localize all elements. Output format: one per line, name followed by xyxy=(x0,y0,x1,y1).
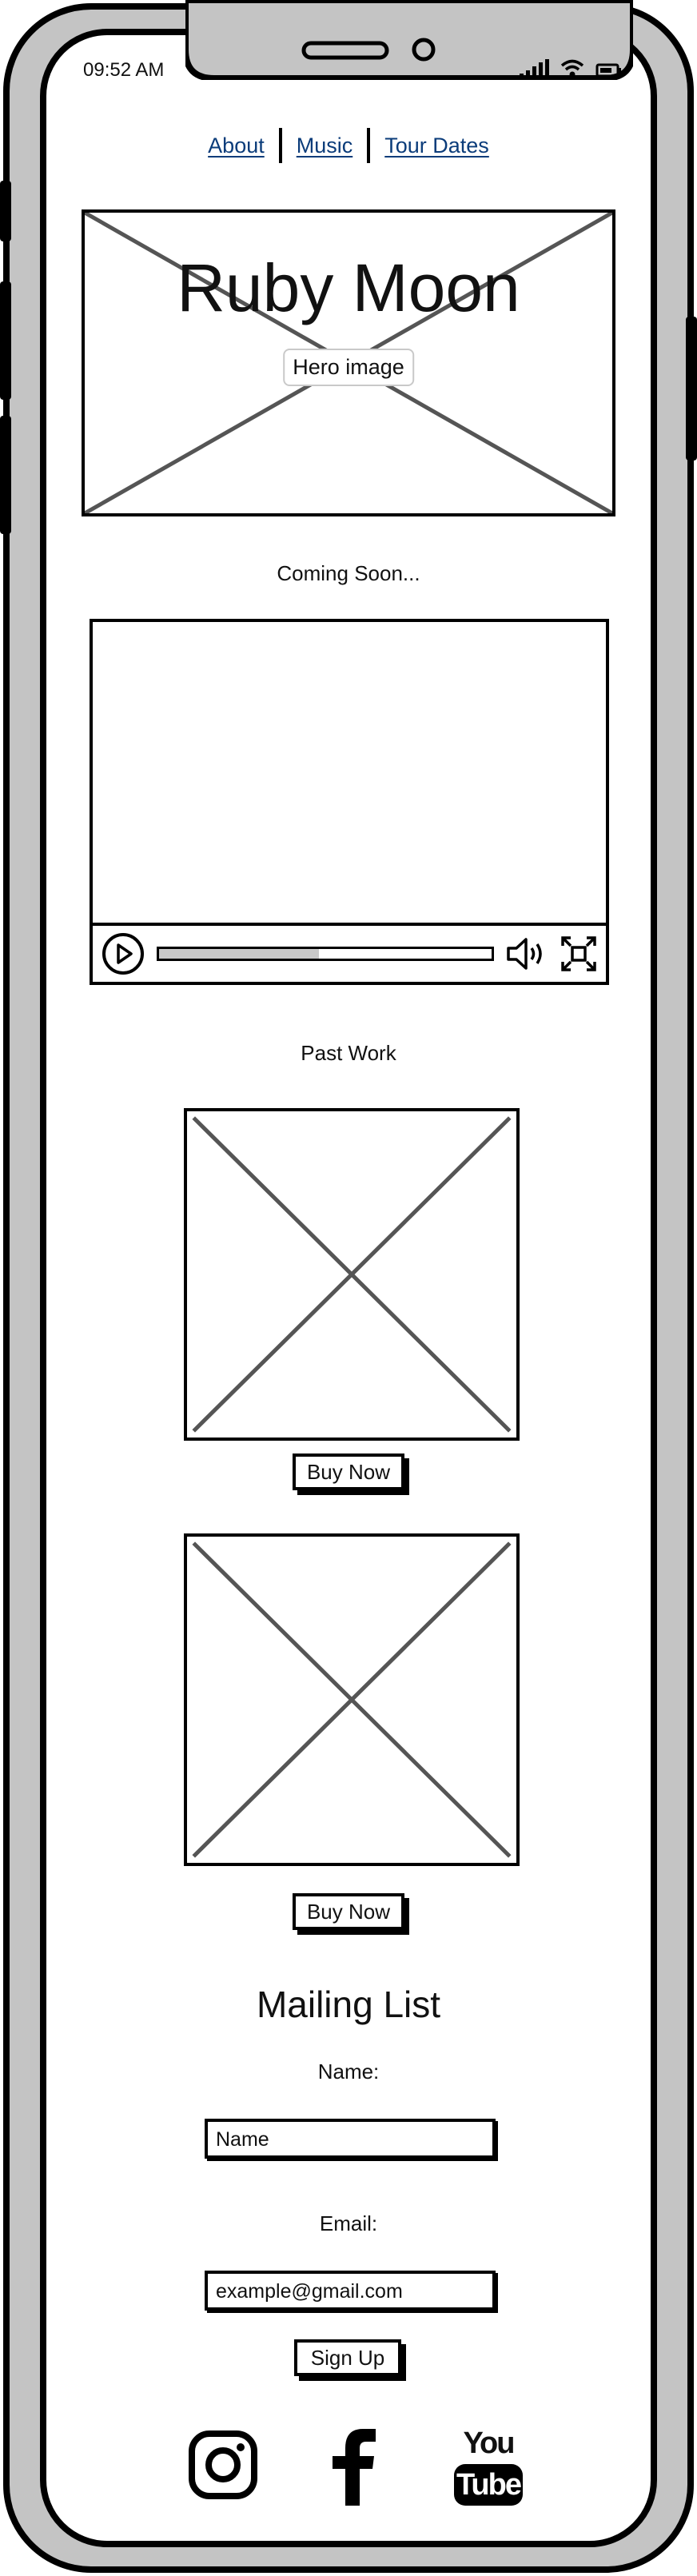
hero-image: Ruby Moon Hero image xyxy=(82,209,615,516)
video-controls xyxy=(93,923,606,982)
coming-soon-title: Coming Soon... xyxy=(277,561,420,585)
nav-link-music[interactable]: Music xyxy=(297,134,353,158)
status-time: 09:52 AM xyxy=(83,59,165,81)
email-field[interactable]: example@gmail.com xyxy=(205,2271,496,2311)
video-player xyxy=(90,619,609,985)
youtube-text-top: You xyxy=(463,2426,516,2460)
wifi-icon xyxy=(560,59,584,78)
buy-now-button[interactable]: Buy Now xyxy=(293,1893,404,1930)
name-field[interactable]: Name xyxy=(205,2119,496,2159)
fullscreen-icon[interactable] xyxy=(560,935,598,973)
side-button xyxy=(0,181,11,241)
album-image xyxy=(184,1108,520,1441)
side-button xyxy=(686,317,697,461)
video-progress-bar[interactable] xyxy=(157,947,494,961)
side-button xyxy=(0,416,11,534)
play-icon[interactable] xyxy=(101,931,145,976)
signal-icon xyxy=(520,59,549,78)
hero-title: Ruby Moon xyxy=(177,250,520,325)
image-placeholder-icon xyxy=(187,1111,516,1438)
volume-icon[interactable] xyxy=(505,935,548,973)
sign-up-button[interactable]: Sign Up xyxy=(294,2339,401,2376)
youtube-icon[interactable]: You Tube xyxy=(454,2427,523,2507)
album-image xyxy=(184,1533,520,1866)
hero-image-label: Hero image xyxy=(283,349,414,386)
nav-divider xyxy=(367,128,371,163)
nav-divider xyxy=(278,128,282,163)
facebook-icon[interactable] xyxy=(329,2427,377,2506)
mailing-list-title: Mailing List xyxy=(256,1984,441,2025)
buy-now-button[interactable]: Buy Now xyxy=(293,1453,404,1490)
instagram-icon[interactable] xyxy=(189,2430,257,2499)
main-nav: About Music Tour Dates xyxy=(0,128,697,163)
nav-link-tour-dates[interactable]: Tour Dates xyxy=(384,134,489,158)
image-placeholder-icon xyxy=(187,1537,516,1863)
past-work-title: Past Work xyxy=(301,1041,396,1065)
name-label: Name: xyxy=(317,2060,380,2084)
battery-icon xyxy=(595,63,621,78)
status-icons xyxy=(520,58,623,78)
youtube-text-bottom: Tube xyxy=(454,2464,523,2506)
nav-link-about[interactable]: About xyxy=(208,134,265,158)
side-button xyxy=(0,281,11,400)
video-progress-fill xyxy=(159,949,319,959)
email-label: Email: xyxy=(319,2211,378,2235)
